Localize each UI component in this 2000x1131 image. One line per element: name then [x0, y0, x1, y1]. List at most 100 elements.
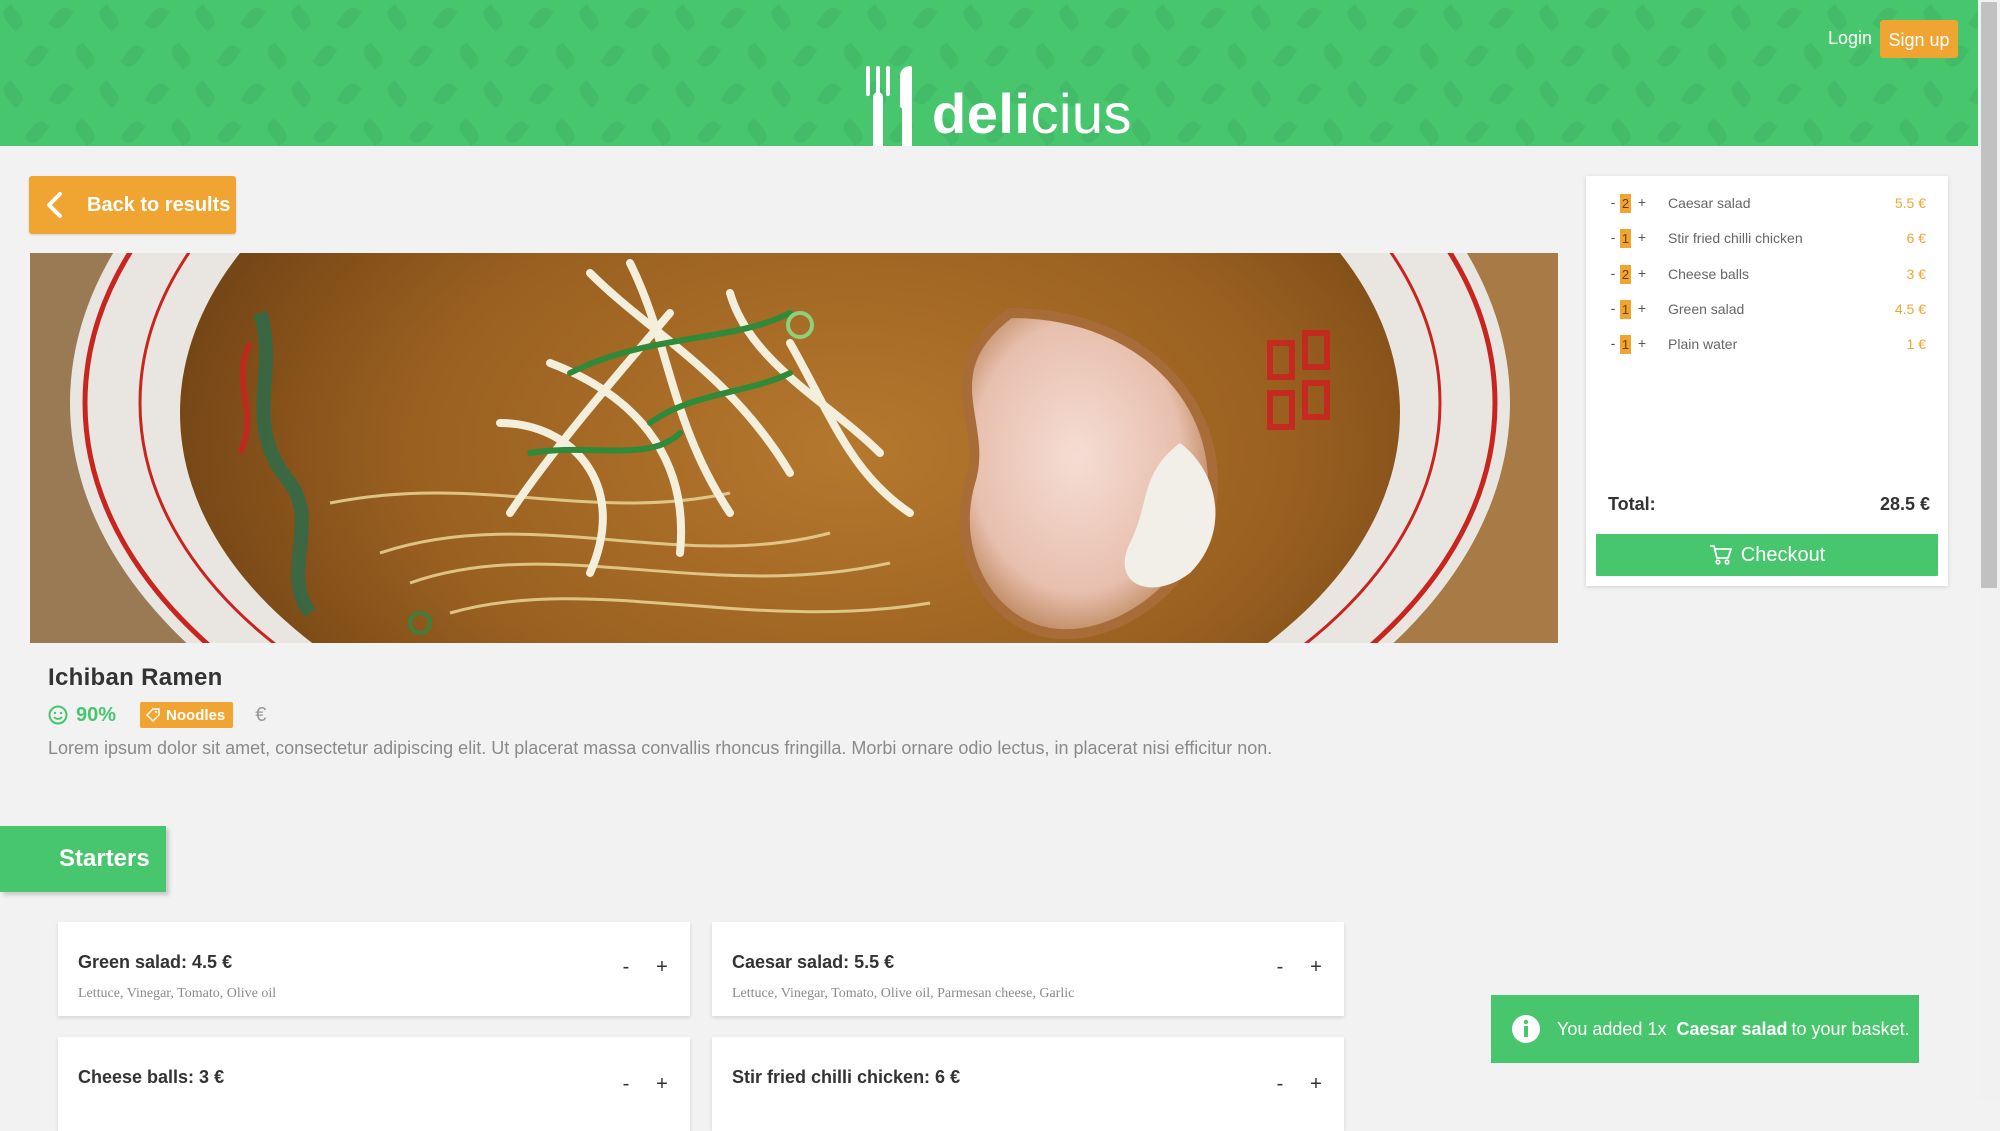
- toast-prefix: You added 1x: [1557, 1018, 1667, 1039]
- leaf-pattern-mark: [1656, 118, 1682, 146]
- leaf-pattern-mark: [479, 4, 507, 32]
- basket-increase-button[interactable]: +: [1636, 194, 1648, 210]
- login-link[interactable]: Login: [1828, 28, 1872, 49]
- site-logo[interactable]: delicius: [866, 66, 1132, 146]
- leaf-pattern-mark: [575, 4, 603, 32]
- leaf-pattern-mark: [71, 42, 99, 70]
- basket-decrease-button[interactable]: -: [1608, 335, 1618, 351]
- leaf-pattern-mark: [383, 80, 411, 108]
- menu-item-title: Stir fried chilli chicken: 6 €: [732, 1067, 961, 1087]
- basket-item: - 1 + Plain water 1 €: [1608, 335, 1938, 355]
- smiley-icon: [48, 705, 68, 725]
- basket-item-name: Stir fried chilli chicken: [1668, 230, 1803, 246]
- leaf-pattern-mark: [1439, 80, 1467, 108]
- leaf-pattern-mark: [600, 42, 626, 70]
- leaf-pattern-mark: [1488, 80, 1514, 108]
- leaf-pattern-mark: [1104, 4, 1130, 32]
- basket-quantity: 2: [1620, 194, 1631, 213]
- leaf-pattern-mark: [191, 80, 219, 108]
- leaf-pattern-mark: [240, 4, 266, 32]
- leaf-pattern-mark: [1511, 118, 1539, 146]
- leaf-pattern-mark: [1535, 4, 1563, 32]
- leaf-pattern-mark: [792, 118, 818, 146]
- restaurant-rating: 90%: [76, 703, 117, 726]
- leaf-pattern-mark: [624, 80, 650, 108]
- menu-item-card: Cheese balls: 3 € - +: [58, 1037, 690, 1131]
- basket-increase-button[interactable]: +: [1636, 229, 1648, 245]
- leaf-pattern-mark: [1752, 118, 1778, 146]
- basket-item-name: Plain water: [1668, 336, 1738, 352]
- leaf-pattern-mark: [1656, 42, 1682, 70]
- basket-item-price: 1 €: [1906, 336, 1926, 352]
- leaf-pattern-mark: [383, 4, 411, 32]
- leaf-pattern-mark: [287, 80, 315, 108]
- basket-item-name: Green salad: [1668, 301, 1745, 317]
- leaf-pattern-mark: [1464, 42, 1490, 70]
- menu-item-ingredients: Lettuce, Vinegar, Tomato, Olive oil, Par…: [732, 986, 1075, 1001]
- leaf-pattern-mark: [1055, 4, 1083, 32]
- scrollbar-thumb[interactable]: [1981, 2, 1997, 588]
- leaf-pattern-mark: [24, 118, 50, 146]
- restaurant-meta: 90% Noodles €: [48, 702, 266, 728]
- basket-total-value: 28.5 €: [1879, 494, 1930, 514]
- basket-decrease-button[interactable]: -: [1608, 194, 1618, 210]
- leaf-pattern-mark: [359, 42, 387, 70]
- basket-increase-button[interactable]: +: [1636, 300, 1648, 316]
- increase-button[interactable]: +: [1306, 956, 1326, 979]
- leaf-pattern-mark: [1319, 42, 1347, 70]
- decrease-button[interactable]: -: [616, 956, 636, 979]
- leaf-pattern-mark: [336, 80, 362, 108]
- basket-decrease-button[interactable]: -: [1608, 229, 1618, 245]
- leaf-pattern-mark: [48, 4, 74, 32]
- leaf-pattern-mark: [816, 4, 842, 32]
- toast-suffix: to your basket.: [1791, 1018, 1910, 1039]
- basket-increase-button[interactable]: +: [1636, 335, 1648, 351]
- basket-increase-button[interactable]: +: [1636, 265, 1648, 281]
- checkout-label: Checkout: [1740, 543, 1826, 566]
- leaf-pattern-mark: [287, 4, 315, 32]
- leaf-pattern-mark: [767, 80, 795, 108]
- increase-button[interactable]: +: [652, 956, 672, 979]
- leaf-pattern-mark: [95, 4, 123, 32]
- back-to-results-button[interactable]: Back to results: [29, 176, 236, 234]
- decrease-button[interactable]: -: [616, 1073, 636, 1096]
- leaf-pattern-mark: [1968, 80, 1978, 108]
- leaf-pattern-mark: [455, 42, 483, 70]
- leaf-pattern-mark: [816, 80, 842, 108]
- leaf-pattern-mark: [743, 118, 771, 146]
- leaf-pattern-mark: [528, 4, 554, 32]
- leaf-pattern-mark: [479, 80, 507, 108]
- leaf-pattern-mark: [1392, 80, 1418, 108]
- fork-icon: [866, 66, 890, 146]
- decrease-button[interactable]: -: [1270, 1073, 1290, 1096]
- menu-item-card: Caesar salad: 5.5 € Lettuce, Vinegar, To…: [712, 922, 1344, 1016]
- leaf-pattern-mark: [1223, 42, 1251, 70]
- leaf-pattern-mark: [863, 4, 891, 32]
- leaf-pattern-mark: [1247, 4, 1275, 32]
- checkout-button[interactable]: Checkout: [1596, 534, 1938, 576]
- leaf-pattern-mark: [1631, 80, 1659, 108]
- leaf-pattern-mark: [743, 42, 771, 70]
- signup-button[interactable]: Sign up: [1880, 20, 1958, 58]
- leaf-pattern-mark: [504, 42, 530, 70]
- leaf-pattern-mark: [671, 4, 699, 32]
- decrease-button[interactable]: -: [1270, 956, 1290, 979]
- leaf-pattern-mark: [551, 42, 579, 70]
- cuisine-tag[interactable]: Noodles: [140, 702, 234, 728]
- leaf-pattern-mark: [1799, 118, 1827, 146]
- menu-item-title: Green salad: 4.5 €: [78, 952, 233, 972]
- menu-item-title: Caesar salad: 5.5 €: [732, 952, 895, 972]
- leaf-pattern-mark: [1703, 118, 1731, 146]
- leaf-pattern-mark: [24, 42, 50, 70]
- leaf-pattern-mark: [720, 80, 746, 108]
- basket-item-name: Caesar salad: [1668, 195, 1751, 211]
- restaurant-name: Ichiban Ramen: [48, 664, 223, 691]
- increase-button[interactable]: +: [652, 1073, 672, 1096]
- leaf-pattern-mark: [1151, 80, 1179, 108]
- increase-button[interactable]: +: [1306, 1073, 1326, 1096]
- leaf-pattern-mark: [95, 80, 123, 108]
- restaurant-hero-image: [30, 253, 1558, 643]
- basket-decrease-button[interactable]: -: [1608, 265, 1618, 281]
- basket-decrease-button[interactable]: -: [1608, 300, 1618, 316]
- restaurant-description: Lorem ipsum dolor sit amet, consectetur …: [48, 738, 1273, 758]
